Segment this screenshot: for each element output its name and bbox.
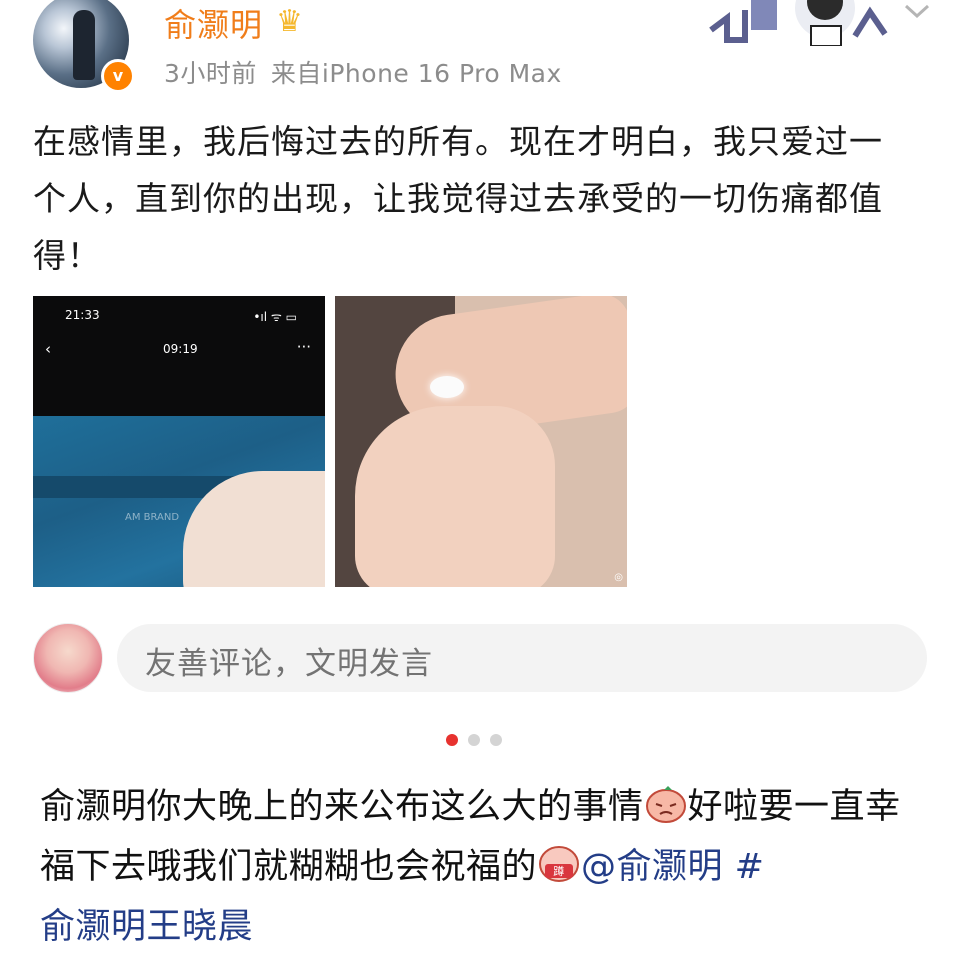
caption-part: 俞灏明你大晚上的来公布这么大的事情: [40, 787, 644, 827]
phone-nav-bar: ‹ 09:19 ···: [33, 338, 325, 364]
commenter-avatar[interactable]: [33, 623, 103, 693]
ring-sparkle: [430, 376, 464, 398]
embarrassed-emoji-icon: [645, 786, 686, 823]
chevron-down-icon[interactable]: [902, 0, 932, 24]
post-image-hands[interactable]: ◎: [335, 296, 627, 587]
ring-box-photo: AM BRAND: [33, 416, 325, 587]
pager-dot[interactable]: [490, 734, 502, 746]
pager-dot[interactable]: [468, 734, 480, 746]
post-username[interactable]: 俞灏明: [164, 0, 263, 46]
phone-status-bar: 21:33 •ıl ᯤ ▭: [33, 296, 325, 338]
video-time: 09:19: [163, 342, 198, 356]
svg-text:蹲: 蹲: [553, 864, 565, 878]
post-text: 在感情里，我后悔过去的所有。现在才明白，我只爱过一个人，直到你的出现，让我觉得过…: [33, 122, 883, 275]
post-image-screenshot[interactable]: 21:33 •ıl ᯤ ▭ ‹ 09:19 ··· AM BRAND: [33, 296, 325, 587]
pager-dot-active[interactable]: [446, 734, 458, 746]
post-time: 3小时前: [164, 59, 257, 88]
hashtag-marker[interactable]: #: [723, 847, 764, 887]
squat-emoji-icon: 蹲: [539, 846, 580, 882]
status-time: 21:33: [65, 308, 100, 322]
post-meta: 3小时前 来自iPhone 16 Pro Max: [164, 54, 576, 90]
avatar-figure: [73, 10, 95, 80]
box-brand-label: AM BRAND: [125, 512, 180, 523]
comment-input[interactable]: 友善评论，文明发言: [117, 624, 927, 692]
more-icon: ···: [296, 338, 311, 356]
hashtag-link[interactable]: 俞灏明王晓晨: [40, 907, 253, 947]
hand-shape: [355, 406, 555, 587]
mention-link[interactable]: @俞灏明: [581, 847, 723, 887]
watermark-icon: ◎: [614, 572, 623, 583]
signal-icon: •ıl ᯤ ▭: [253, 310, 297, 324]
back-icon: ‹: [45, 340, 51, 358]
verified-icon: v: [101, 59, 135, 93]
decorative-banner: [709, 0, 888, 46]
caption-text: 俞灏明你大晚上的来公布这么大的事情 好啦要一直幸福下去哦我们就糊糊也会祝福的蹲 @俞…: [40, 777, 930, 957]
comment-placeholder: 友善评论，文明发言: [145, 646, 433, 682]
crown-icon: ♛: [276, 4, 303, 39]
post-source: 来自iPhone 16 Pro Max: [270, 59, 562, 88]
